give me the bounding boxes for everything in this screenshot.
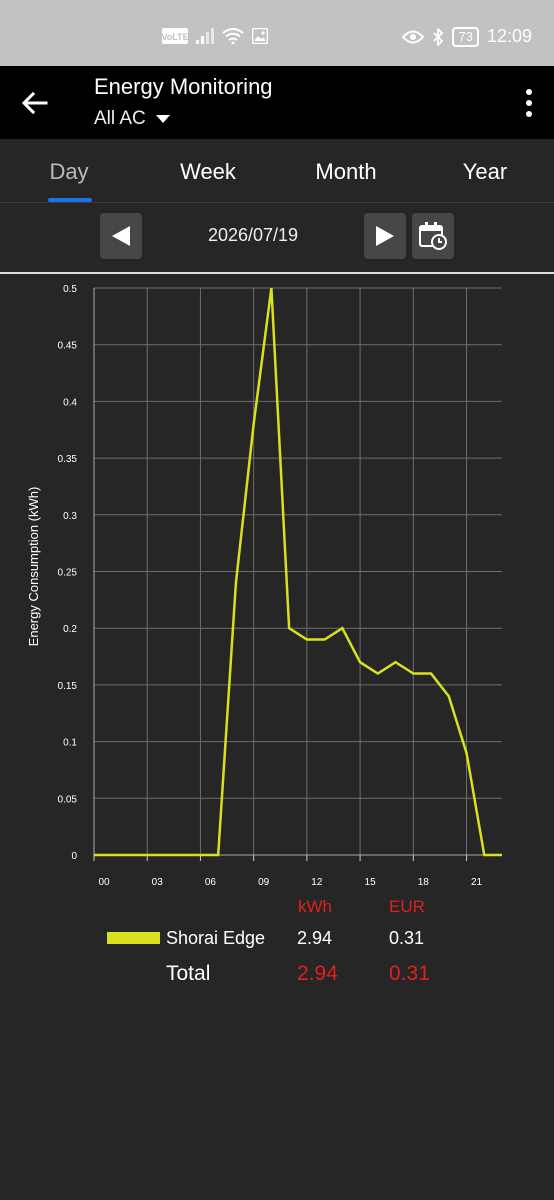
- calendar-button[interactable]: [412, 213, 454, 259]
- y-tick-label: 0: [71, 851, 77, 862]
- eur-column-header: EUR: [389, 897, 425, 916]
- x-tick-label: 21: [471, 877, 483, 888]
- y-tick-label: 0.3: [63, 511, 77, 522]
- x-tick-label: 12: [311, 877, 323, 888]
- kwh-column-header: kWh: [298, 897, 332, 916]
- wifi-icon: [222, 28, 244, 44]
- selected-date: 2026/07/19: [207, 225, 299, 245]
- tab-day[interactable]: Day: [19, 159, 119, 185]
- date-navigator: 2026/07/19: [0, 203, 554, 273]
- clock: 12:09: [486, 26, 532, 46]
- status-icons-center: VoLTE: [162, 28, 268, 44]
- total-kwh-value: 2.94: [297, 962, 338, 985]
- consumption-legend: kWh EUR Shorai Edge 2.94 0.31 Total 2.94…: [0, 895, 554, 995]
- y-axis-title: Energy Consumption (kWh): [26, 487, 41, 647]
- caret-down-icon: [155, 115, 170, 123]
- ac-selector-dropdown[interactable]: All AC: [94, 108, 170, 130]
- series-name: Shorai Edge: [166, 928, 266, 948]
- y-tick-label: 0.1: [63, 738, 77, 749]
- x-tick-label: 00: [98, 877, 110, 888]
- page-title: Energy Monitoring: [94, 74, 273, 99]
- x-tick-label: 03: [152, 877, 164, 888]
- svg-text:VoLTE: VoLTE: [162, 32, 188, 42]
- status-bar: VoLTE 73 12:09: [0, 0, 554, 66]
- previous-date-button[interactable]: [100, 213, 142, 259]
- tab-year[interactable]: Year: [435, 159, 535, 185]
- x-tick-label: 15: [365, 877, 377, 888]
- tab-month[interactable]: Month: [296, 159, 396, 185]
- y-tick-label: 0.15: [58, 681, 78, 692]
- battery-indicator: 73: [452, 26, 479, 47]
- total-eur-value: 0.31: [389, 962, 430, 985]
- y-tick-label: 0.05: [58, 794, 78, 805]
- tab-week[interactable]: Week: [158, 159, 258, 185]
- period-tabs: Day Week Month Year: [0, 139, 554, 203]
- app-bar: Energy Monitoring All AC: [0, 66, 554, 139]
- y-tick-label: 0.5: [63, 284, 77, 295]
- ac-selector-label: All AC: [94, 108, 146, 129]
- y-tick-label: 0.45: [58, 341, 78, 352]
- volte-icon: VoLTE: [162, 28, 188, 44]
- series-kwh-value: 2.94: [297, 928, 333, 948]
- y-tick-label: 0.4: [63, 397, 77, 408]
- back-arrow-icon[interactable]: [18, 86, 52, 120]
- active-tab-indicator: [48, 198, 92, 202]
- bluetooth-icon: [433, 27, 444, 46]
- energy-line-chart: 0 0.05 0.1 0.15 0.2 0.25 0.3 0.35 0.4 0.45 0.5 00 03…: [26, 284, 503, 888]
- eye-icon: [402, 30, 425, 43]
- triangle-left-icon: [112, 226, 130, 246]
- y-tick-label: 0.25: [58, 568, 78, 579]
- x-tick-label: 06: [205, 877, 217, 888]
- next-date-button[interactable]: [364, 213, 406, 259]
- signal-icon: [196, 28, 214, 44]
- x-tick-label: 09: [258, 877, 270, 888]
- total-label: Total: [166, 962, 211, 985]
- chart-top-divider: [0, 272, 554, 274]
- status-icons-right: 73 12:09: [402, 26, 532, 47]
- triangle-right-icon: [376, 226, 394, 246]
- y-tick-label: 0.2: [63, 624, 77, 635]
- series-color-swatch: [107, 932, 160, 944]
- x-tick-label: 18: [418, 877, 430, 888]
- calendar-clock-icon: [419, 222, 447, 250]
- series-eur-value: 0.31: [389, 928, 425, 948]
- image-icon: [252, 28, 268, 44]
- more-options-icon[interactable]: [522, 88, 536, 118]
- y-tick-label: 0.35: [58, 454, 78, 465]
